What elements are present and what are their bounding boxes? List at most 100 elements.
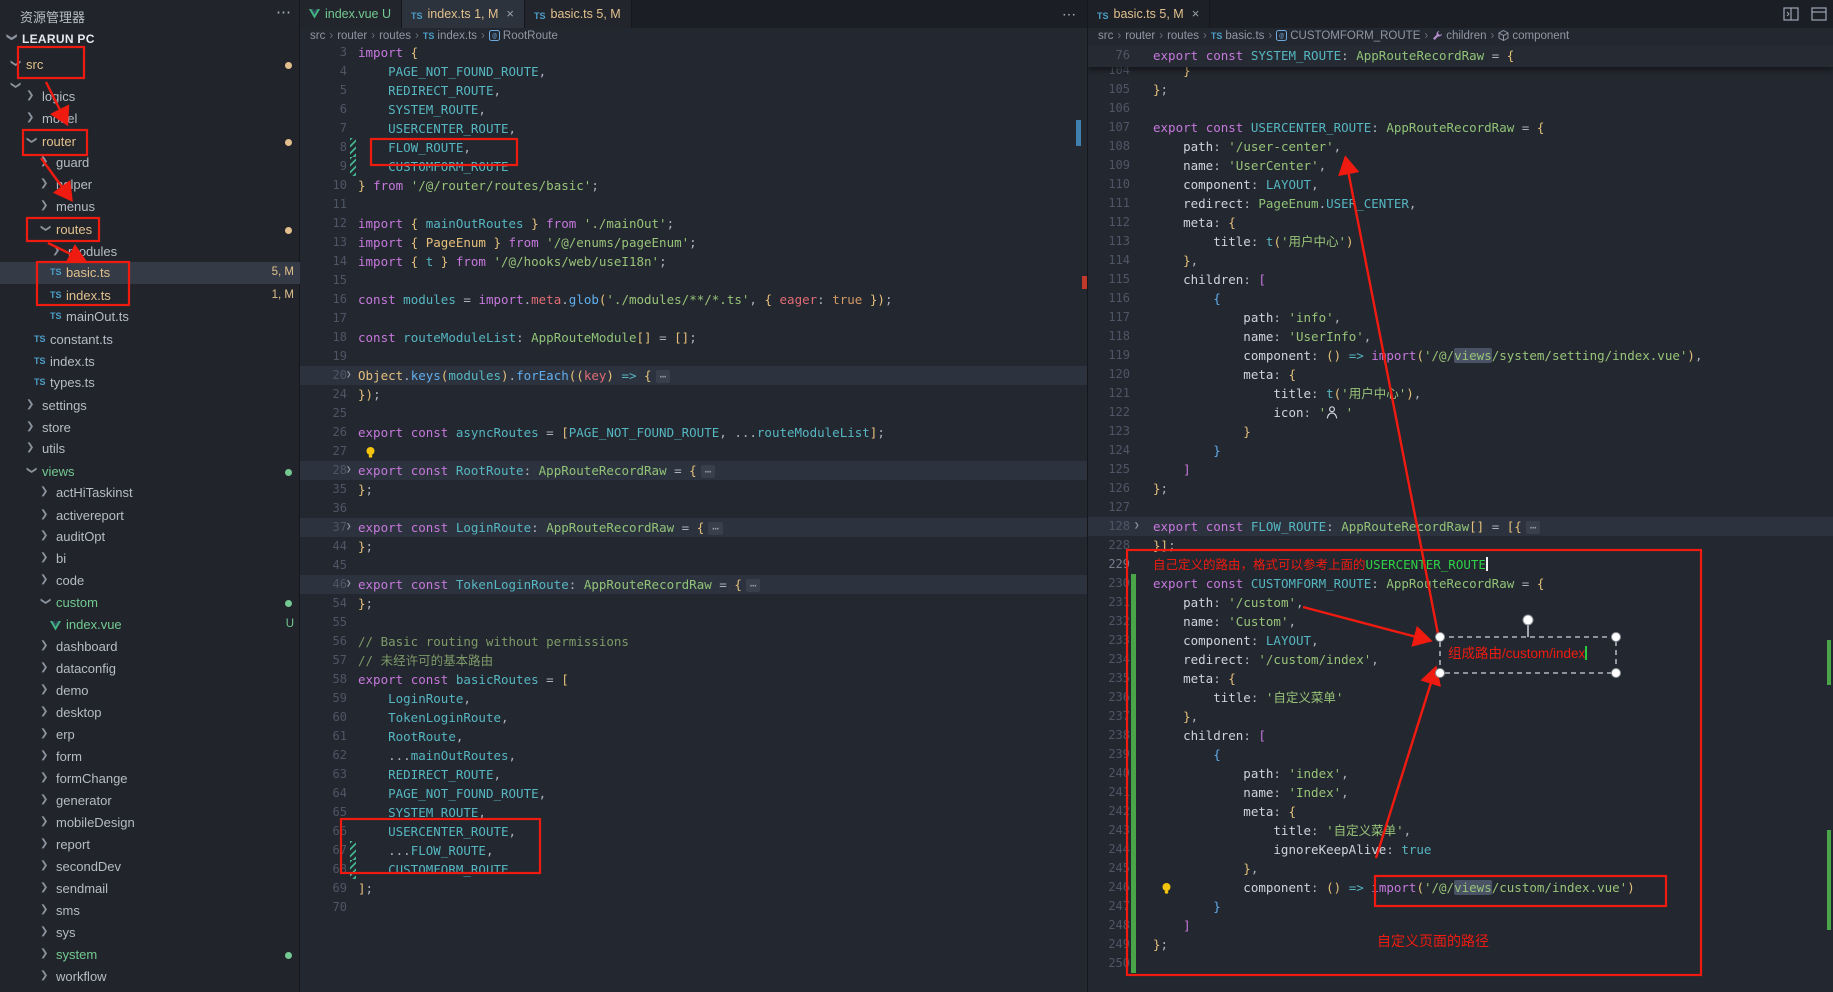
code-line-126[interactable]: 126}; — [1088, 479, 1833, 498]
breadcrumb-item-routes[interactable]: routes — [1167, 30, 1199, 42]
sticky-scroll-line-76[interactable]: 76export const SYSTEM_ROUTE: AppRouteRec… — [1088, 46, 1833, 67]
code-line-68[interactable]: 68 CUSTOMFORM_ROUTE — [300, 860, 1087, 879]
code-line-248[interactable]: 248 ] — [1088, 916, 1833, 935]
code-line-57[interactable]: 57// 未经许可的基本路由 — [300, 651, 1087, 670]
code-line-247[interactable]: 247 } — [1088, 897, 1833, 916]
code-line-127[interactable]: 127 — [1088, 498, 1833, 517]
code-line-107[interactable]: 107export const USERCENTER_ROUTE: AppRou… — [1088, 118, 1833, 137]
code-line-240[interactable]: 240 path: 'index', — [1088, 764, 1833, 783]
code-line-44[interactable]: 44}; — [300, 537, 1087, 556]
sidebar-item-formChange[interactable]: ❯formChange — [0, 768, 300, 790]
code-line-25[interactable]: 25 — [300, 404, 1087, 423]
code-line-11[interactable]: 11 — [300, 195, 1087, 214]
fold-chevron-icon[interactable]: ❯ — [346, 465, 351, 475]
sidebar-item-custom[interactable]: ❯custom — [0, 592, 300, 614]
breadcrumb-item-children[interactable]: children — [1432, 30, 1486, 42]
code-line-238[interactable]: 238 children: [ — [1088, 726, 1833, 745]
explorer-more-icon[interactable]: ⋯ — [276, 3, 292, 21]
code-line-119[interactable]: 119 component: () => import('/@/views/sy… — [1088, 346, 1833, 365]
code-line-16[interactable]: 16const modules = import.meta.glob('./mo… — [300, 290, 1087, 309]
code-line-125[interactable]: 125 ] — [1088, 460, 1833, 479]
code-line-4[interactable]: 4 PAGE_NOT_FOUND_ROUTE, — [300, 62, 1087, 81]
tab-index.ts[interactable]: TSindex.ts 1, M× — [402, 0, 525, 28]
code-line-28[interactable]: 28❯export const RootRoute: AppRouteRecor… — [300, 461, 1087, 480]
code-line-242[interactable]: 242 meta: { — [1088, 802, 1833, 821]
close-icon[interactable]: × — [506, 0, 514, 28]
code-line-128[interactable]: 128❯export const FLOW_ROUTE: AppRouteRec… — [1088, 517, 1833, 536]
code-line-55[interactable]: 55 — [300, 613, 1087, 632]
code-line-118[interactable]: 118 name: 'UserInfo', — [1088, 327, 1833, 346]
fold-chevron-icon[interactable]: ❯ — [346, 370, 351, 380]
code-line-24[interactable]: 24}); — [300, 385, 1087, 404]
code-line-19[interactable]: 19 — [300, 347, 1087, 366]
sidebar-item-routes[interactable]: ❯routes — [0, 219, 300, 241]
sidebar-item-utils[interactable]: ❯utils — [0, 438, 300, 460]
project-root-item[interactable]: ❯ LEARUN PC — [0, 28, 300, 50]
sidebar-item-index.ts[interactable]: TSindex.ts — [0, 351, 300, 373]
sidebar-item-modules[interactable]: ❯modules — [0, 241, 300, 263]
code-line-121[interactable]: 121 title: t('用户中心'), — [1088, 384, 1833, 403]
code-line-61[interactable]: 61 RootRoute, — [300, 727, 1087, 746]
sidebar-item-desktop[interactable]: ❯desktop — [0, 702, 300, 724]
code-line-54[interactable]: 54}; — [300, 594, 1087, 613]
breadcrumb-item-routes[interactable]: routes — [379, 30, 411, 42]
code-line-237[interactable]: 237 }, — [1088, 707, 1833, 726]
code-editor-basic-ts[interactable]: 104 }105};106107export const USERCENTER_… — [1088, 0, 1833, 992]
code-editor-index-ts[interactable]: 3import {4 PAGE_NOT_FOUND_ROUTE,5 REDIRE… — [300, 0, 1087, 992]
breadcrumb-item-RootRoute[interactable]: @RootRoute — [489, 30, 558, 42]
code-line-229[interactable]: 229自己定义的路由，格式可以参考上面的USERCENTER_ROUTE — [1088, 555, 1833, 574]
fold-chevron-icon[interactable]: ❯ — [346, 579, 351, 589]
breadcrumb-item-router[interactable]: router — [1125, 30, 1155, 42]
code-line-45[interactable]: 45 — [300, 556, 1087, 575]
breadcrumb-item-src[interactable]: src — [1098, 30, 1113, 42]
code-line-10[interactable]: 10} from '/@/router/routes/basic'; — [300, 176, 1087, 195]
code-line-69[interactable]: 69]; — [300, 879, 1087, 898]
sidebar-item-store[interactable]: ❯store — [0, 417, 300, 439]
code-line-64[interactable]: 64 PAGE_NOT_FOUND_ROUTE, — [300, 784, 1087, 803]
code-line-5[interactable]: 5 REDIRECT_ROUTE, — [300, 81, 1087, 100]
sidebar-item-secondDev[interactable]: ❯secondDev — [0, 856, 300, 878]
sidebar-item-system[interactable]: ❯system — [0, 944, 300, 966]
code-line-115[interactable]: 115 children: [ — [1088, 270, 1833, 289]
code-line-123[interactable]: 123 } — [1088, 422, 1833, 441]
sidebar-item-dashboard[interactable]: ❯dashboard — [0, 636, 300, 658]
breadcrumb-item-basic.ts[interactable]: TSbasic.ts — [1211, 30, 1265, 42]
sidebar-item-dataconfig[interactable]: ❯dataconfig — [0, 658, 300, 680]
code-line-62[interactable]: 62 ...mainOutRoutes, — [300, 746, 1087, 765]
code-line-231[interactable]: 231 path: '/custom', — [1088, 593, 1833, 612]
code-line-235[interactable]: 235 meta: { — [1088, 669, 1833, 688]
code-line-244[interactable]: 244 ignoreKeepAlive: true — [1088, 840, 1833, 859]
sidebar-item-actHiTaskinst[interactable]: ❯actHiTaskinst — [0, 482, 300, 504]
sidebar-item-settings[interactable]: ❯settings — [0, 395, 300, 417]
sidebar-item-helper[interactable]: ❯helper — [0, 174, 300, 196]
breadcrumb-item-src[interactable]: src — [310, 30, 325, 42]
code-line-27[interactable]: 27 — [300, 442, 1087, 461]
code-line-110[interactable]: 110 component: LAYOUT, — [1088, 175, 1833, 194]
sidebar-item-types.ts[interactable]: TStypes.ts — [0, 372, 300, 394]
code-line-241[interactable]: 241 name: 'Index', — [1088, 783, 1833, 802]
code-line-12[interactable]: 12import { mainOutRoutes } from './mainO… — [300, 214, 1087, 233]
code-line-116[interactable]: 116 { — [1088, 289, 1833, 308]
code-line-67[interactable]: 67 ...FLOW_ROUTE, — [300, 841, 1087, 860]
code-line-6[interactable]: 6 SYSTEM_ROUTE, — [300, 100, 1087, 119]
code-line-8[interactable]: 8 FLOW_ROUTE, — [300, 138, 1087, 157]
code-line-246[interactable]: 246 component: () => import('/@/views/cu… — [1088, 878, 1833, 897]
code-line-37[interactable]: 37❯export const LoginRoute: AppRouteReco… — [300, 518, 1087, 537]
code-line-117[interactable]: 117 path: 'info', — [1088, 308, 1833, 327]
code-line-36[interactable]: 36 — [300, 499, 1087, 518]
code-line-14[interactable]: 14import { t } from '/@/hooks/web/useI18… — [300, 252, 1087, 271]
sidebar-item-sendmail[interactable]: ❯sendmail — [0, 878, 300, 900]
code-line-228[interactable]: 228}]; — [1088, 536, 1833, 555]
sidebar-item-generator[interactable]: ❯generator — [0, 790, 300, 812]
sidebar-item-model[interactable]: ❯model — [0, 108, 300, 130]
sidebar-item-constant.ts[interactable]: TSconstant.ts — [0, 329, 300, 351]
code-line-18[interactable]: 18const routeModuleList: AppRouteModule[… — [300, 328, 1087, 347]
code-line-9[interactable]: 9 CUSTOMFORM_ROUTE — [300, 157, 1087, 176]
code-line-108[interactable]: 108 path: '/user-center', — [1088, 137, 1833, 156]
sidebar-item-index.vue[interactable]: index.vueU — [0, 614, 300, 636]
sidebar-item-bi[interactable]: ❯bi — [0, 548, 300, 570]
code-line-122[interactable]: 122 icon: ' ' — [1088, 403, 1833, 422]
sidebar-item-index.ts[interactable]: TSindex.ts1, M — [0, 285, 300, 307]
sidebar-item-form[interactable]: ❯form — [0, 746, 300, 768]
close-icon[interactable]: × — [1192, 0, 1200, 28]
